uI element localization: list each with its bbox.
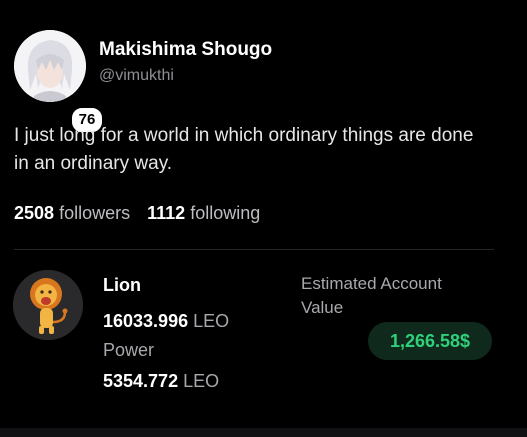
following-count: 1112	[147, 203, 186, 223]
estimated-value-label: Estimated Account Value	[301, 274, 442, 317]
power-balance-unit: LEO	[183, 371, 220, 391]
leo-balance: 16033.996 LEO	[103, 311, 229, 332]
power-label: Power	[103, 340, 155, 360]
divider	[14, 249, 494, 250]
avatar-image	[14, 30, 86, 102]
profile-bio: I just long for a world in which ordinar…	[14, 125, 474, 174]
following-label: following	[190, 203, 261, 223]
followers-label: followers	[59, 203, 131, 223]
bottom-edge	[0, 428, 527, 437]
followers-count: 2508	[14, 203, 55, 223]
power-balance-value: 5354.772	[103, 371, 179, 391]
power-balance: 5354.772 LEO	[103, 371, 219, 392]
avatar[interactable]: 76	[14, 30, 104, 134]
lion-icon	[13, 270, 83, 340]
leo-balance-value: 16033.996	[103, 311, 189, 331]
profile-card: 76 Makishima Shougo @vimukthi I just lon…	[0, 0, 527, 437]
profile-handle[interactable]: @vimukthi	[99, 67, 174, 85]
profile-name[interactable]: Makishima Shougo	[99, 39, 272, 61]
leo-balance-unit: LEO	[193, 311, 230, 331]
rank-name: Lion	[103, 275, 141, 295]
follow-stats: 2508 followers 1112 following	[14, 203, 260, 224]
estimated-value-badge: 1,266.58$	[368, 322, 492, 360]
followers-link[interactable]: 2508 followers	[14, 203, 130, 223]
following-link[interactable]: 1112 following	[147, 203, 260, 223]
